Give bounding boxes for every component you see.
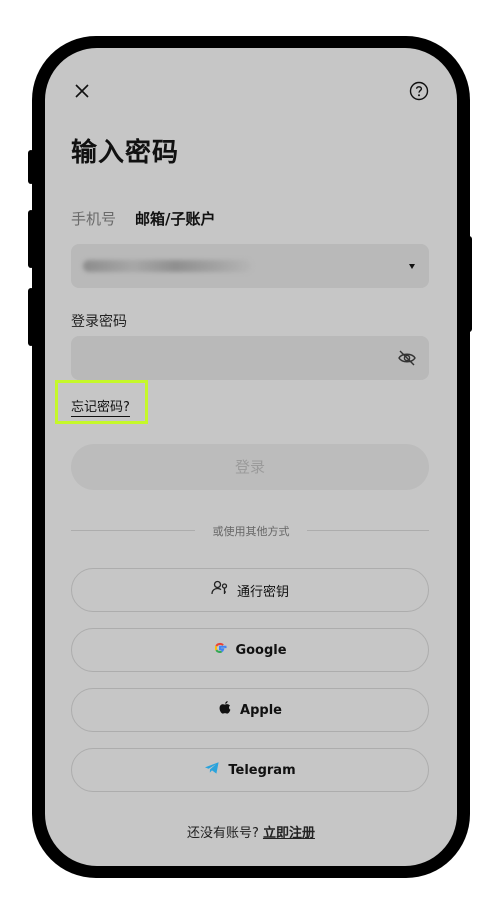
- register-prompt: 还没有账号? 立即注册: [45, 822, 457, 841]
- apple-label: Apple: [240, 702, 282, 718]
- obscured-account-value: [83, 260, 251, 272]
- passkey-icon: [211, 579, 229, 601]
- telegram-icon: [204, 761, 220, 779]
- google-icon: [213, 641, 228, 659]
- tab-email-subaccount[interactable]: 邮箱/子账户: [135, 208, 215, 229]
- telegram-label: Telegram: [228, 762, 296, 778]
- divider-label: 或使用其他方式: [200, 525, 302, 538]
- forgot-password-link[interactable]: 忘记密码?: [71, 396, 130, 417]
- help-icon[interactable]: [409, 81, 429, 101]
- register-prompt-text: 还没有账号?: [187, 826, 259, 841]
- page-title: 输入密码: [71, 138, 180, 168]
- side-button: [466, 236, 472, 332]
- login-button[interactable]: 登录: [71, 444, 429, 490]
- google-label: Google: [235, 642, 287, 658]
- passkey-login-button[interactable]: 通行密钥: [71, 568, 429, 612]
- tab-phone[interactable]: 手机号: [71, 208, 116, 229]
- telegram-login-button[interactable]: Telegram: [71, 748, 429, 792]
- password-input[interactable]: [71, 336, 429, 380]
- side-button: [28, 150, 34, 184]
- caret-down-icon[interactable]: [409, 264, 415, 269]
- apple-icon: [218, 700, 232, 720]
- login-screen: 输入密码 手机号 邮箱/子账户 登录密码 忘记密码? 登录 或使用其他方式 通行…: [45, 48, 457, 866]
- divider-text: 或使用其他方式: [45, 523, 457, 539]
- eye-slash-icon[interactable]: [397, 348, 417, 372]
- side-button: [28, 288, 34, 346]
- password-label: 登录密码: [71, 314, 127, 330]
- side-button: [28, 210, 34, 268]
- close-icon[interactable]: [75, 84, 89, 98]
- apple-login-button[interactable]: Apple: [71, 688, 429, 732]
- register-link[interactable]: 立即注册: [263, 826, 315, 841]
- google-login-button[interactable]: Google: [71, 628, 429, 672]
- account-select[interactable]: [71, 244, 429, 288]
- passkey-label: 通行密钥: [236, 584, 289, 600]
